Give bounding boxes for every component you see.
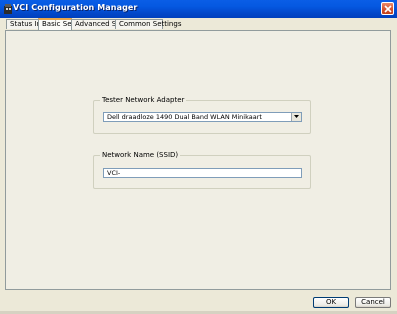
cancel-label: Cancel <box>361 298 385 306</box>
network-name-ssid-group: Network Name (SSID) VCI- <box>93 151 311 189</box>
tab-label: Common Settings <box>119 20 182 28</box>
tab-advanced-setup[interactable]: Advanced Setup <box>71 19 132 29</box>
close-button[interactable] <box>381 2 394 15</box>
chevron-down-icon <box>294 115 299 118</box>
group-label: Network Name (SSID) <box>100 151 181 159</box>
network-adapter-dropdown[interactable]: Dell draadloze 1490 Dual Band WLAN Minik… <box>103 112 302 122</box>
group-label: Tester Network Adapter <box>100 96 187 104</box>
title-bar[interactable]: VCI Configuration Manager <box>0 0 397 18</box>
vci-config-window: VCI Configuration Manager Status Info Ba… <box>0 0 397 314</box>
ssid-value: VCI- <box>107 169 121 177</box>
basic-setup-panel: Tester Network Adapter Dell draadloze 14… <box>5 30 391 290</box>
tab-strip: Status Info Basic Setup Advanced Setup C… <box>0 18 397 30</box>
cancel-button[interactable]: Cancel <box>355 297 391 308</box>
ok-label: OK <box>325 298 337 306</box>
tab-common-settings[interactable]: Common Settings <box>115 19 181 29</box>
ssid-input[interactable]: VCI- <box>103 168 302 178</box>
dropdown-value: Dell draadloze 1490 Dual Band WLAN Minik… <box>107 113 262 121</box>
tester-network-adapter-group: Tester Network Adapter Dell draadloze 14… <box>93 96 311 134</box>
close-icon <box>384 5 392 13</box>
window-title: VCI Configuration Manager <box>13 3 138 12</box>
ok-button[interactable]: OK <box>313 297 349 308</box>
tab-basic-setup[interactable]: Basic Setup <box>38 18 83 30</box>
dropdown-button[interactable] <box>291 113 301 121</box>
tab-status-info[interactable]: Status Info <box>6 19 48 29</box>
